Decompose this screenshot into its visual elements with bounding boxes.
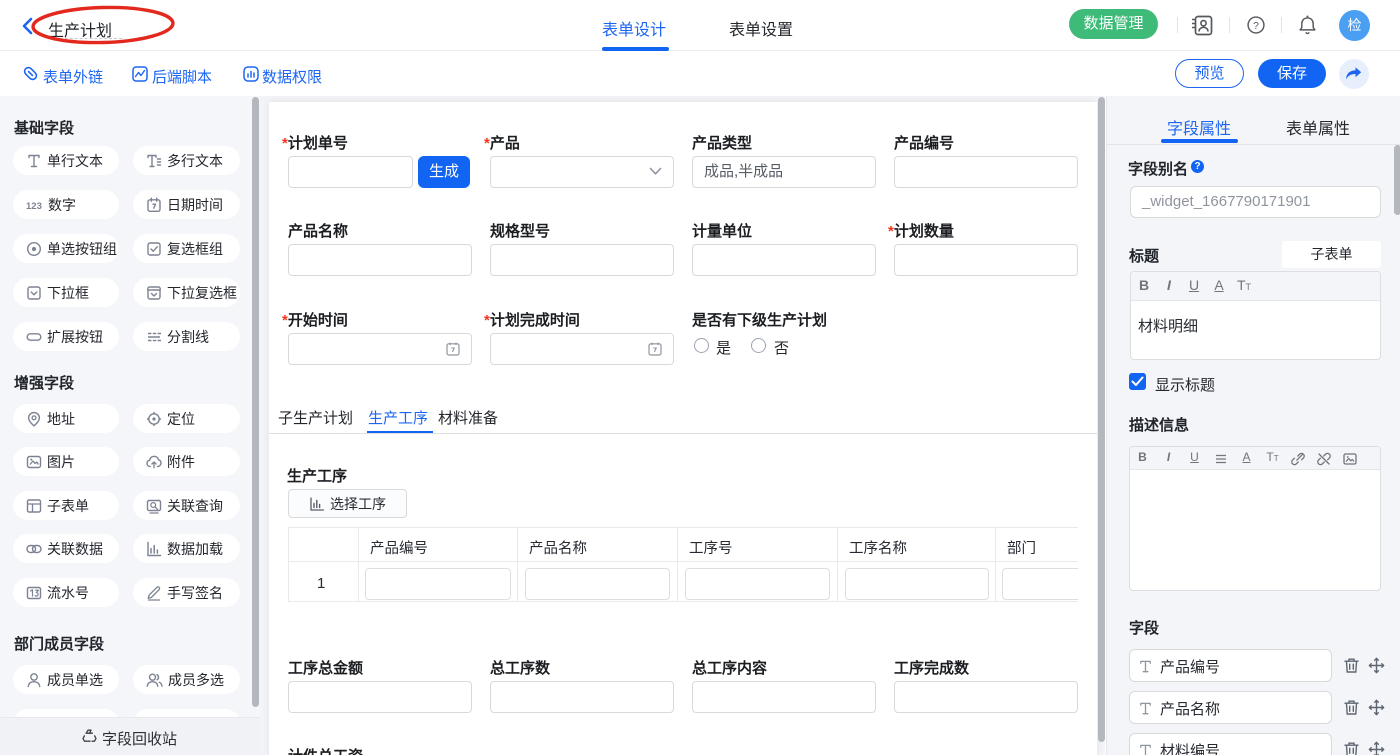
svg-text:?: ? [1253, 21, 1259, 32]
svg-text:123: 123 [26, 201, 42, 212]
